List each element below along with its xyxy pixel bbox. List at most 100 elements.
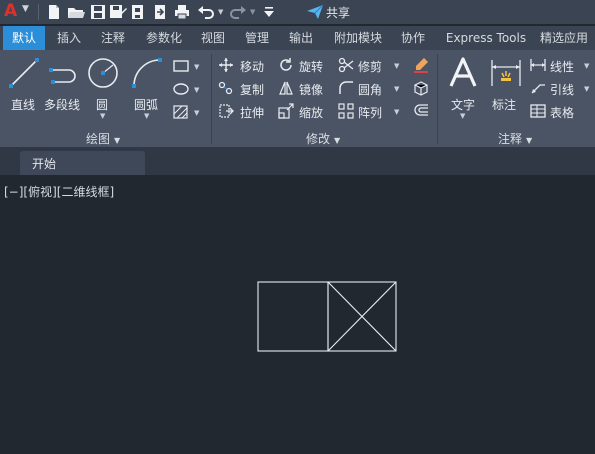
tab-insert[interactable]: 插入: [49, 26, 89, 50]
mirror-label[interactable]: 镜像: [299, 81, 323, 98]
circle-label: 圆: [96, 98, 109, 112]
open-folder-icon[interactable]: [66, 2, 86, 22]
leader-label[interactable]: 引线: [550, 81, 574, 98]
web-mobile-icon[interactable]: [128, 2, 148, 22]
share-label[interactable]: 共享: [326, 4, 350, 21]
start-tab[interactable]: 开始: [20, 151, 145, 175]
move-icon[interactable]: [218, 57, 234, 73]
trim-scissors-icon[interactable]: [338, 57, 354, 73]
rectangle-icon[interactable]: [172, 58, 190, 74]
share-export-icon[interactable]: [150, 2, 170, 22]
arc-label: 圆弧: [134, 98, 159, 112]
dimension-button[interactable]: 标注: [487, 54, 525, 114]
table-label[interactable]: 表格: [550, 104, 574, 121]
scale-icon[interactable]: [278, 103, 294, 119]
undo-icon[interactable]: [196, 2, 216, 22]
new-file-icon[interactable]: [44, 2, 64, 22]
scale-label[interactable]: 缩放: [299, 104, 323, 121]
hatch-dropdown-icon[interactable]: ▼: [194, 109, 199, 117]
trim-label[interactable]: 修剪: [358, 58, 382, 75]
mirror-icon[interactable]: [278, 80, 294, 96]
dimension-label: 标注: [492, 98, 517, 112]
rotate-icon[interactable]: [278, 57, 294, 73]
share-send-icon[interactable]: [305, 2, 325, 22]
drawing-canvas[interactable]: [0, 175, 595, 454]
tab-collaborate[interactable]: 协作: [394, 26, 432, 50]
linear-label[interactable]: 线性: [550, 58, 574, 75]
rotate-label[interactable]: 旋转: [299, 58, 323, 75]
modify-panel-title[interactable]: 修改 ▼: [306, 130, 340, 147]
draw-panel-expand-icon[interactable]: ▼: [114, 136, 120, 145]
drawn-rectangle[interactable]: [257, 281, 329, 352]
hatch-icon[interactable]: [172, 104, 190, 120]
tab-parametric[interactable]: 参数化: [139, 26, 189, 50]
arc-button[interactable]: 圆弧 ▼: [128, 54, 168, 120]
draw-panel-title[interactable]: 绘图 ▼: [86, 130, 120, 147]
text-label: 文字: [451, 98, 476, 112]
offset-icon[interactable]: [412, 102, 430, 120]
leader-dropdown-icon[interactable]: ▼: [584, 85, 589, 93]
stretch-label[interactable]: 拉伸: [240, 104, 264, 121]
arc-dropdown-icon[interactable]: ▼: [144, 112, 149, 120]
tab-output[interactable]: 输出: [282, 26, 320, 50]
text-dropdown-icon[interactable]: ▼: [460, 112, 465, 120]
viewport-controls-label[interactable]: [−][俯视][二维线框]: [4, 183, 114, 200]
fillet-dropdown-icon[interactable]: ▼: [394, 85, 399, 93]
text-button[interactable]: 文字 ▼: [443, 54, 483, 120]
linear-dropdown-icon[interactable]: ▼: [584, 62, 589, 70]
annotation-panel-expand-icon[interactable]: ▼: [526, 136, 532, 145]
trim-dropdown-icon[interactable]: ▼: [394, 62, 399, 70]
app-menu-caret-icon[interactable]: ▼: [22, 4, 29, 14]
annotation-panel-title[interactable]: 注释 ▼: [498, 130, 532, 147]
fillet-icon[interactable]: [338, 80, 354, 96]
save-icon[interactable]: [88, 2, 108, 22]
file-tab-bar: 开始: [0, 147, 595, 175]
explode-cube-icon[interactable]: [412, 79, 430, 97]
linear-dimension-icon[interactable]: [529, 57, 547, 73]
move-label[interactable]: 移动: [240, 58, 264, 75]
app-logo[interactable]: A: [4, 1, 17, 21]
polyline-button[interactable]: 多段线: [44, 54, 84, 114]
ellipse-dropdown-icon[interactable]: ▼: [194, 86, 199, 94]
stretch-icon[interactable]: [218, 103, 234, 119]
modify-panel-title-text: 修改: [306, 132, 331, 146]
polyline-icon: [49, 68, 76, 84]
drawing-viewport[interactable]: [0, 175, 595, 454]
redo-icon[interactable]: [228, 2, 248, 22]
circle-icon: [88, 58, 118, 88]
tab-annotate[interactable]: 注释: [93, 26, 133, 50]
tab-view[interactable]: 视图: [194, 26, 232, 50]
customize-qat-icon[interactable]: [259, 2, 279, 22]
array-icon[interactable]: [338, 103, 354, 119]
circle-button[interactable]: 圆 ▼: [86, 54, 122, 120]
quick-access-toolbar: A ▼ ▼ ▼ 共享: [0, 0, 595, 24]
array-label[interactable]: 阵列: [358, 104, 382, 121]
array-dropdown-icon[interactable]: ▼: [394, 108, 399, 116]
copy-icon[interactable]: [218, 80, 234, 96]
plot-printer-icon[interactable]: [172, 2, 192, 22]
circle-dropdown-icon[interactable]: ▼: [100, 112, 105, 120]
fillet-label[interactable]: 圆角: [358, 81, 382, 98]
annotation-panel-title-text: 注释: [498, 132, 523, 146]
polyline-label: 多段线: [44, 98, 81, 112]
leader-icon[interactable]: [529, 80, 547, 96]
draw-panel-title-text: 绘图: [86, 132, 111, 146]
undo-dropdown-icon[interactable]: ▼: [218, 8, 223, 16]
line-button[interactable]: 直线: [4, 54, 42, 114]
copy-label[interactable]: 复制: [240, 81, 264, 98]
dimension-icon: [491, 60, 521, 86]
tab-manage[interactable]: 管理: [238, 26, 276, 50]
modify-panel-expand-icon[interactable]: ▼: [334, 136, 340, 145]
ellipse-icon[interactable]: [172, 81, 190, 97]
ribbon-tabs: 默认 插入 注释 参数化 视图 管理 输出 附加模块 协作 Express To…: [0, 26, 595, 50]
tab-express-tools[interactable]: Express Tools: [440, 26, 532, 50]
save-as-icon[interactable]: [108, 2, 128, 22]
redo-dropdown-icon[interactable]: ▼: [250, 8, 255, 16]
erase-icon[interactable]: [412, 56, 430, 74]
tab-addins[interactable]: 附加模块: [326, 26, 390, 50]
tab-default[interactable]: 默认: [3, 26, 45, 50]
rectangle-dropdown-icon[interactable]: ▼: [194, 63, 199, 71]
toolbar-separator: [38, 4, 39, 20]
table-icon[interactable]: [529, 103, 547, 119]
tab-featured-apps[interactable]: 精选应用: [540, 26, 595, 50]
